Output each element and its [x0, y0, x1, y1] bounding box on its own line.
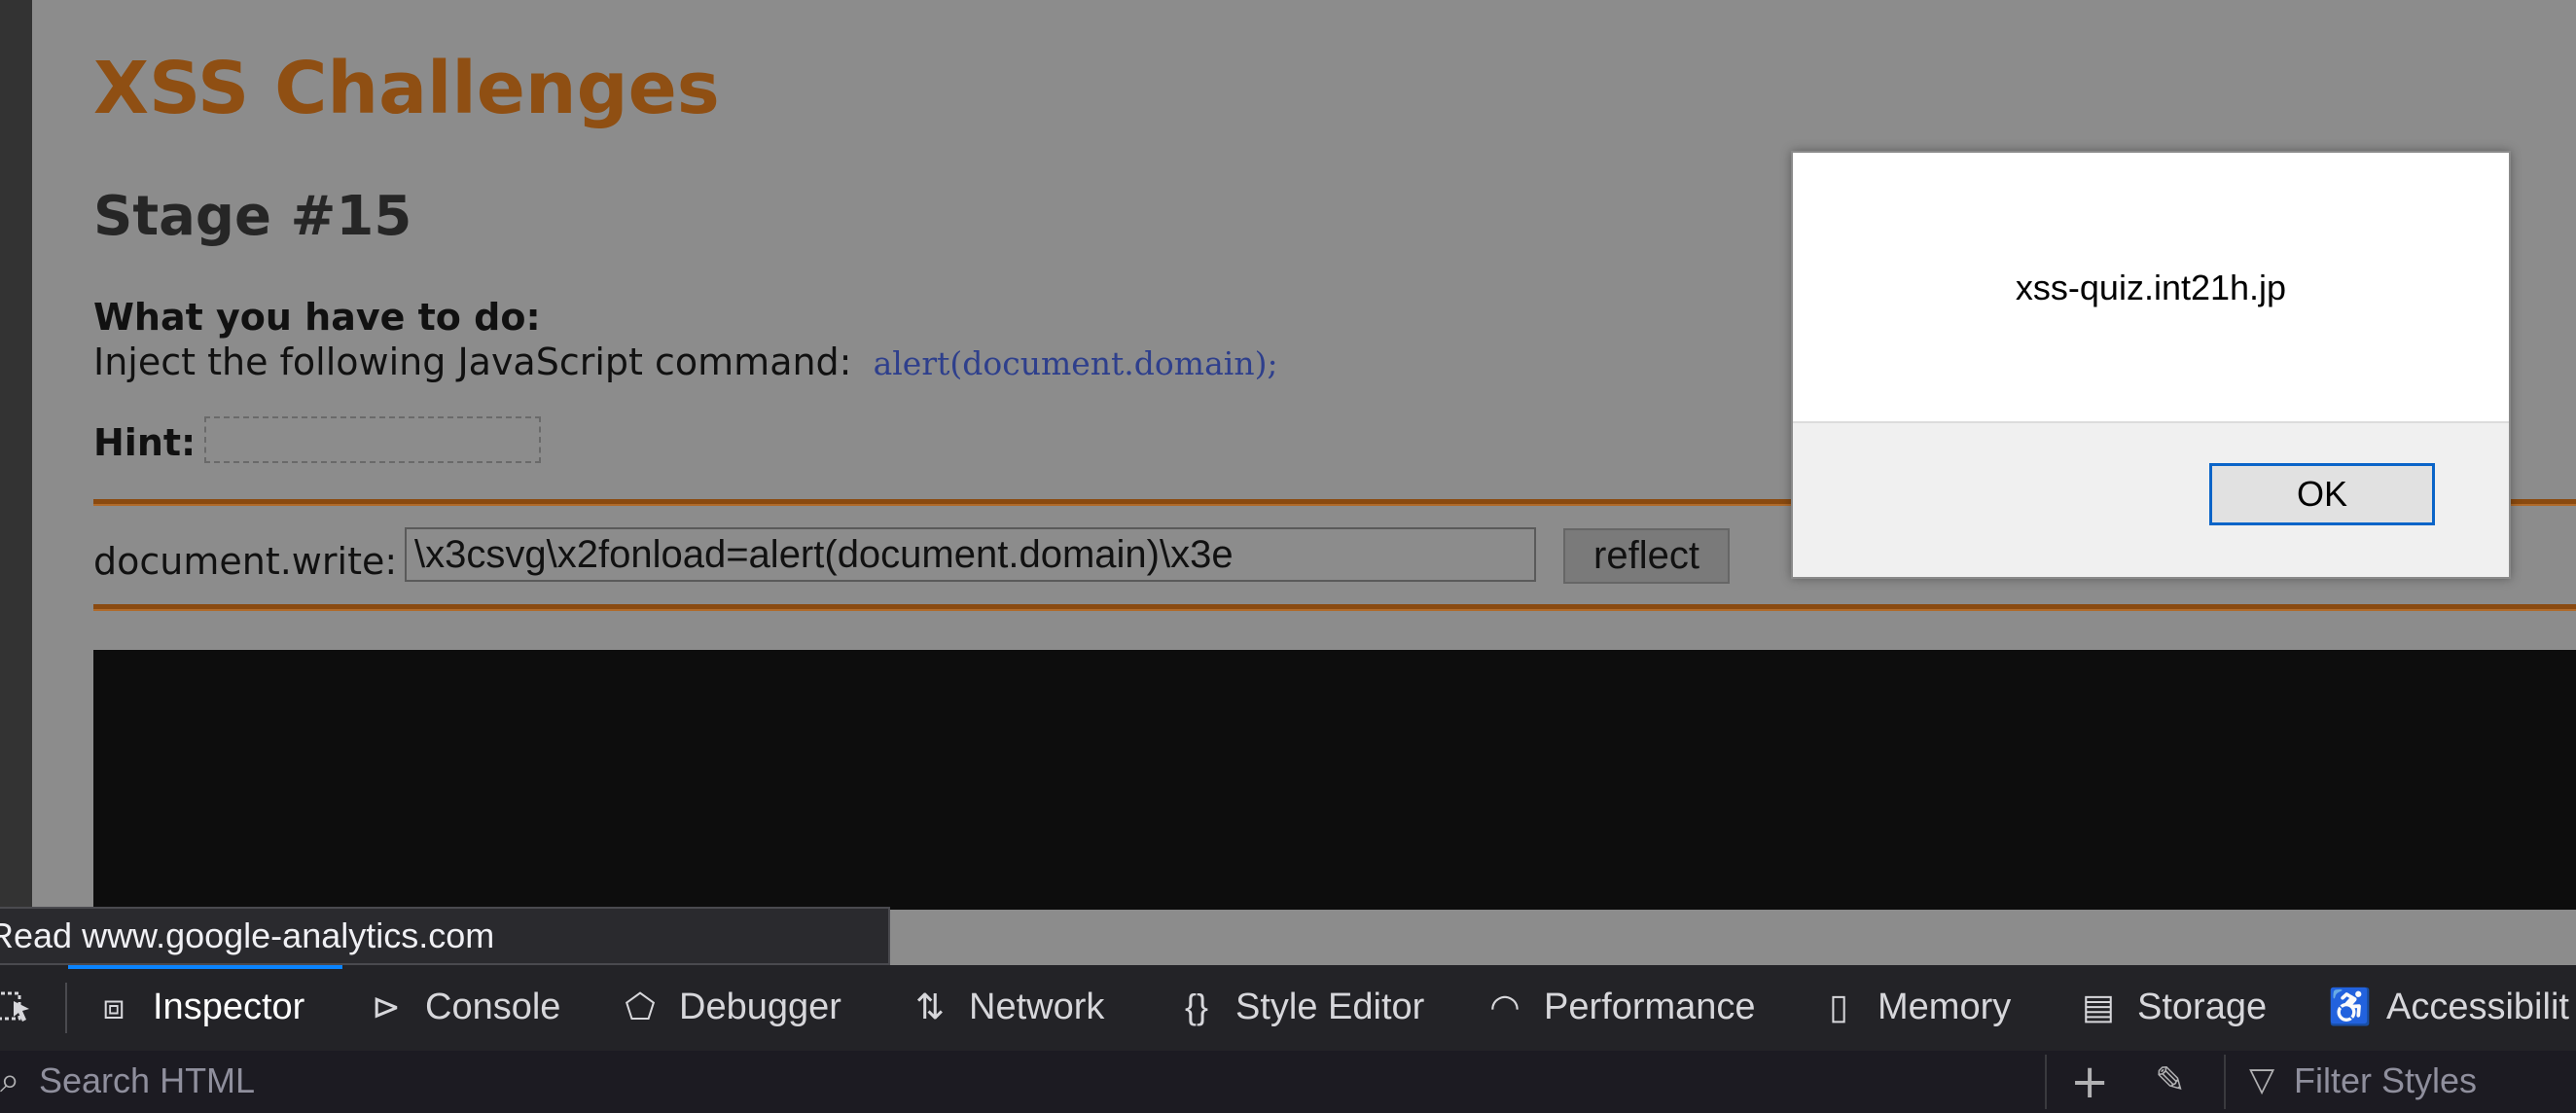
devtools-toolbar: ⧈ Inspector ⊳ Console ⬠ Debugger ⇅ Netwo… — [0, 965, 2576, 1053]
tab-storage[interactable]: ▤ Storage — [2079, 965, 2267, 1049]
eyedropper-icon[interactable]: ✎ — [2155, 1059, 2186, 1101]
tab-style-editor[interactable]: {} Style Editor — [1177, 965, 1424, 1049]
tab-label: Inspector — [153, 986, 305, 1027]
element-picker-icon[interactable] — [0, 965, 51, 1049]
performance-icon: ◠ — [1489, 987, 1521, 1026]
output-area — [93, 650, 2576, 910]
document-write-label: document.write: — [93, 540, 398, 583]
hint-label: Hint: — [93, 421, 197, 464]
instruction-text: Inject the following JavaScript command: — [93, 341, 852, 383]
alert-dialog: xss-quiz.int21h.jp OK — [1791, 151, 2511, 579]
tab-label: Network — [969, 986, 1105, 1027]
filter-icon: ▽ — [2249, 1060, 2275, 1099]
tab-console[interactable]: ⊳ Console — [367, 965, 561, 1049]
divider-bottom — [93, 604, 2576, 611]
tab-inspector[interactable]: ⧈ Inspector — [94, 965, 305, 1049]
status-tooltip-text: Read www.google-analytics.com — [0, 916, 495, 955]
reflect-button[interactable]: reflect — [1563, 528, 1730, 584]
debugger-icon: ⬠ — [625, 987, 656, 1026]
network-icon: ⇅ — [914, 987, 946, 1026]
document-write-input[interactable]: \x3csvg\x2fonload=alert(document.domain)… — [405, 527, 1536, 582]
devtools-panel: ⧈ Inspector ⊳ Console ⬠ Debugger ⇅ Netwo… — [0, 965, 2576, 1113]
tab-label: Accessibilit — [2386, 986, 2569, 1027]
alert-message: xss-quiz.int21h.jp — [2015, 268, 2287, 307]
page-title: XSS Challenges — [93, 47, 720, 130]
instruction-code: alert(document.domain); — [873, 344, 1278, 382]
devtools-search-bar: ⌕ Search HTML + ✎ ▽ Filter Styles — [0, 1051, 2576, 1113]
memory-icon: ▯ — [1829, 987, 1848, 1026]
filter-styles-input[interactable]: Filter Styles — [2294, 1057, 2477, 1105]
tab-label: Debugger — [679, 986, 841, 1027]
tab-accessibility[interactable]: ♿ Accessibilit — [2328, 965, 2569, 1049]
style-editor-icon: {} — [1184, 987, 1209, 1026]
accessibility-icon: ♿ — [2328, 987, 2372, 1026]
search-separator — [2045, 1055, 2047, 1109]
stage-heading: Stage #15 — [93, 185, 412, 248]
tab-debugger[interactable]: ⬠ Debugger — [621, 965, 841, 1049]
alert-ok-button[interactable]: OK — [2209, 463, 2435, 525]
status-tooltip: Read www.google-analytics.com — [0, 907, 890, 965]
tab-label: Style Editor — [1235, 986, 1425, 1027]
inspector-icon: ⧈ — [102, 986, 125, 1026]
toolbar-separator — [65, 983, 67, 1033]
tab-label: Memory — [1878, 986, 2012, 1027]
console-icon: ⊳ — [371, 987, 402, 1026]
tab-memory[interactable]: ▯ Memory — [1819, 965, 2011, 1049]
tab-label: Performance — [1544, 986, 1756, 1027]
browser-left-edge — [0, 0, 32, 910]
alert-footer: OK — [1793, 421, 2509, 577]
hint-box[interactable] — [204, 416, 541, 463]
tab-label: Storage — [2137, 986, 2268, 1027]
instruction: Inject the following JavaScript command:… — [93, 341, 1278, 383]
add-node-icon[interactable]: + — [2070, 1055, 2109, 1109]
filter-separator — [2224, 1055, 2226, 1109]
tab-network[interactable]: ⇅ Network — [911, 965, 1104, 1049]
search-icon: ⌕ — [0, 1060, 20, 1100]
search-html-input[interactable]: Search HTML — [39, 1057, 255, 1105]
storage-icon: ▤ — [2081, 987, 2115, 1026]
tab-performance[interactable]: ◠ Performance — [1485, 965, 1756, 1049]
tab-label: Console — [425, 986, 561, 1027]
todo-label: What you have to do: — [93, 296, 541, 339]
